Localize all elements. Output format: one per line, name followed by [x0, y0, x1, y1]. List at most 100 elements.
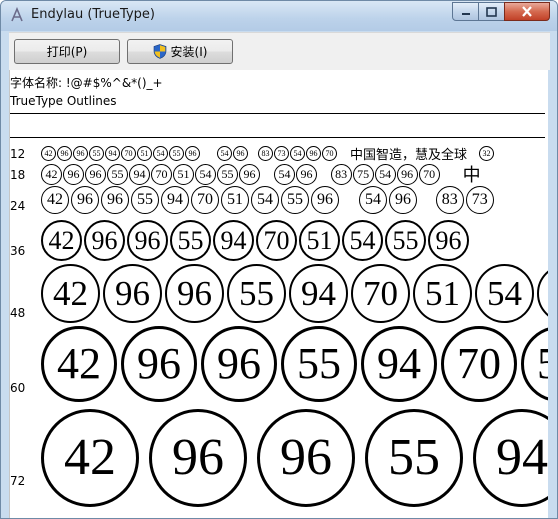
sample-row-36: 42 96 96 55 94 70 51 54 55 96 [41, 220, 471, 261]
circled-number: 96 [306, 146, 321, 161]
circled-number: 54 [359, 186, 387, 214]
circled-number: 70 [441, 326, 517, 402]
sample-row-60: 42969655947051545596 [41, 326, 550, 402]
toolbar: 打印(P) 安装(I) [9, 32, 550, 70]
circled-number: 96 [71, 186, 99, 214]
circled-number: 83 [258, 146, 273, 161]
window-title: Endylau (TrueType) [31, 7, 155, 22]
circled-number: 96 [239, 163, 260, 185]
circled-number: 94 [473, 409, 550, 507]
font-viewer-window: Endylau (TrueType) 打印(P) 安装(I) 字体名称: !@#… [0, 0, 558, 519]
circled-number: 55 [131, 186, 159, 214]
circled-number: 96 [165, 264, 224, 323]
circled-number: 94 [105, 146, 120, 161]
circled-number: 94 [361, 326, 437, 402]
font-outline-type: TrueType Outlines [10, 94, 117, 108]
circled-number: 70 [256, 220, 297, 261]
font-preview-area[interactable]: 字体名称: !@#$%^&*()_+ TrueType Outlines 12 … [9, 70, 550, 518]
circled-number: 94 [289, 264, 348, 323]
circled-number: 55 [281, 186, 309, 214]
size-label-48: 48 [10, 306, 26, 320]
circled-number: 70 [191, 186, 219, 214]
print-button[interactable]: 打印(P) [14, 39, 120, 64]
circled-number: 96 [233, 146, 248, 161]
circled-number: 96 [121, 326, 197, 402]
circled-number: 96 [85, 163, 106, 185]
circled-number: 96 [57, 146, 72, 161]
circled-number: 70 [121, 146, 136, 161]
install-button[interactable]: 安装(I) [127, 39, 233, 64]
sample-row-18: 42 96 96 55 94 70 51 54 55 96 54 96 83 75 54 96 70 中 [41, 161, 481, 187]
size-label-72: 72 [10, 474, 26, 488]
size-label-18: 18 [10, 168, 26, 182]
minimize-icon [461, 12, 470, 15]
circled-number: 55 [169, 146, 184, 161]
circled-number: 54 [217, 146, 232, 161]
circled-number: 42 [41, 146, 56, 161]
circled-number: 70 [351, 264, 410, 323]
circled-number: 51 [299, 220, 340, 261]
minimize-button[interactable] [452, 2, 479, 21]
circled-number: 96 [127, 220, 168, 261]
circled-number: 55 [281, 326, 357, 402]
title-bar[interactable]: Endylau (TrueType) [1, 1, 557, 31]
app-icon [11, 7, 23, 22]
circled-number: 51 [137, 146, 152, 161]
circled-number: 96 [396, 163, 418, 185]
print-button-label: 打印(P) [46, 45, 88, 59]
circled-number: 96 [149, 409, 247, 507]
circled-number: 83 [330, 163, 352, 185]
circled-number: 54 [374, 163, 396, 185]
separator-bottom [10, 137, 545, 138]
circled-number: 54 [153, 146, 168, 161]
circled-number: 96 [185, 146, 200, 161]
circled-number: 73 [274, 146, 289, 161]
close-icon [522, 6, 532, 17]
circled-number: 70 [151, 163, 172, 185]
circled-number: 96 [84, 220, 125, 261]
circled-number: 51 [413, 264, 472, 323]
circled-number: 42 [41, 264, 100, 323]
circled-number: 96 [63, 163, 84, 185]
circled-number: 54 [251, 186, 279, 214]
circled-number: 55 [365, 409, 463, 507]
circled-number: 51 [521, 326, 550, 402]
size-label-60: 60 [10, 381, 26, 395]
circled-number: 70 [322, 146, 337, 161]
circled-number: 70 [418, 163, 440, 185]
circled-number: 42 [41, 326, 117, 402]
maximize-button[interactable] [478, 2, 505, 21]
circled-number: 54 [342, 220, 383, 261]
circled-number: 55 [217, 163, 238, 185]
circled-number: 94 [161, 186, 189, 214]
circled-number: 96 [389, 186, 417, 214]
circled-number: 42 [41, 409, 139, 507]
circled-number: 42 [41, 163, 62, 185]
circled-number: 96 [257, 409, 355, 507]
circled-number: 96 [311, 186, 339, 214]
circled-number: 54 [195, 163, 216, 185]
circled-number: 51 [173, 163, 194, 185]
maximize-icon [486, 6, 497, 17]
circled-number: 96 [201, 326, 277, 402]
uac-shield-icon [153, 44, 166, 59]
circled-number: 55 [107, 163, 128, 185]
circled-number: 54 [475, 264, 534, 323]
circled-number: 83 [435, 186, 464, 214]
size-label-24: 24 [10, 199, 26, 213]
sample-row-72: 42969655947051545596 [41, 409, 550, 507]
circled-number: 96 [101, 186, 129, 214]
circled-number: 42 [41, 186, 69, 214]
circled-number: 73 [465, 186, 494, 214]
separator-top [10, 113, 545, 114]
sample-row-24: 42 96 96 55 94 70 51 54 55 96 54 96 83 73 [41, 186, 496, 214]
circled-number: 94 [213, 220, 254, 261]
circled-number: 55 [227, 264, 286, 323]
size-label-36: 36 [10, 244, 26, 258]
font-name-line: 字体名称: !@#$%^&*()_+ [10, 76, 163, 90]
cjk-sample-text: 中 [462, 165, 481, 186]
close-button[interactable] [504, 2, 550, 21]
circled-number: 96 [103, 264, 162, 323]
circled-number: 75 [352, 163, 374, 185]
circled-number: 54 [274, 163, 295, 185]
